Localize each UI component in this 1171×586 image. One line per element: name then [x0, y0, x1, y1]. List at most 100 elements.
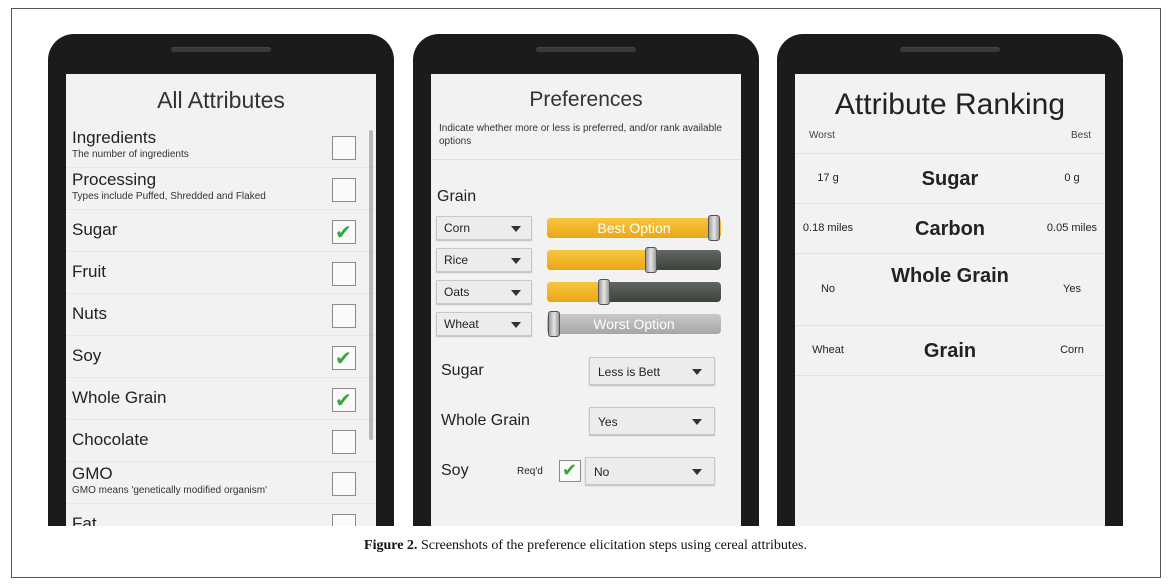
rank-slider[interactable]: Best Option	[547, 215, 721, 241]
attribute-name: Carbon	[915, 218, 985, 240]
dropdown-value: Less is Bett	[598, 365, 661, 379]
preference-name: Soy	[441, 462, 469, 479]
phone-preferences: Preferences Indicate whether more or les…	[413, 34, 759, 526]
attribute-checkbox[interactable]	[332, 472, 356, 496]
best-value: Yes	[1063, 283, 1081, 295]
dropdown-arrow-icon	[511, 290, 521, 296]
grain-section-label: Grain	[437, 188, 477, 205]
attribute-name: Processing	[72, 170, 157, 189]
grain-option-spinner[interactable]: Oats	[436, 280, 532, 304]
dropdown-arrow-icon	[511, 226, 521, 232]
grain-option-row: Wheat Worst Option	[431, 311, 741, 344]
list-item[interactable]: Processing Types include Puffed, Shredded…	[66, 168, 376, 210]
attribute-checkbox[interactable]: ✔	[332, 220, 356, 244]
attribute-name: Nuts	[72, 304, 107, 323]
ranking-row: No Whole Grain Yes	[795, 254, 1105, 326]
dropdown-arrow-icon	[692, 369, 702, 375]
list-item[interactable]: Fat	[66, 504, 376, 526]
attribute-checkbox[interactable]	[332, 304, 356, 328]
list-item[interactable]: Ingredients The number of ingredients	[66, 126, 376, 168]
dropdown-value: Yes	[598, 415, 618, 429]
attribute-description: Types include Puffed, Shredded and Flake…	[72, 191, 266, 202]
required-label: Req'd	[517, 466, 543, 477]
rank-slider[interactable]: Worst Option	[547, 311, 721, 337]
attribute-checkbox[interactable]: ✔	[332, 388, 356, 412]
attribute-checkbox[interactable]	[332, 262, 356, 286]
attribute-checkbox[interactable]	[332, 514, 356, 526]
ranking-header: Worst Best	[795, 126, 1105, 154]
attribute-name: Sugar	[921, 168, 979, 190]
scrollbar[interactable]	[369, 130, 373, 440]
slider-thumb[interactable]	[708, 215, 721, 241]
worst-value: Wheat	[812, 344, 844, 356]
list-item[interactable]: Chocolate	[66, 420, 376, 462]
slider-label: Best Option	[597, 220, 671, 236]
required-checkbox[interactable]: ✔	[559, 460, 581, 482]
rank-slider[interactable]	[547, 279, 721, 305]
dropdown-arrow-icon	[511, 258, 521, 264]
attribute-checkbox[interactable]	[332, 430, 356, 454]
slider-thumb[interactable]	[547, 311, 560, 337]
slider-label: Worst Option	[593, 316, 675, 332]
preference-dropdown[interactable]: Less is Bett	[589, 357, 715, 385]
spinner-label: Rice	[444, 253, 469, 267]
preference-name: Sugar	[441, 362, 484, 379]
list-item[interactable]: Nuts	[66, 294, 376, 336]
ranking-row: Wheat Grain Corn	[795, 326, 1105, 376]
dropdown-arrow-icon	[692, 419, 702, 425]
grain-option-row: Corn Best Option	[431, 215, 741, 248]
attribute-name: GMO	[72, 464, 113, 483]
list-item[interactable]: GMO GMO means 'genetically modified organ…	[66, 462, 376, 504]
attribute-name: Soy	[72, 346, 102, 365]
grain-option-spinner[interactable]: Wheat	[436, 312, 532, 336]
checkmark-icon: ✔	[562, 460, 578, 481]
page-title: Preferences	[529, 88, 643, 111]
worst-value: 0.18 miles	[802, 222, 854, 234]
phone-speaker	[900, 47, 1000, 52]
checkmark-icon: ✔	[335, 346, 352, 370]
checkmark-icon: ✔	[335, 388, 352, 412]
screen-all-attributes: All Attributes Ingredients The number of …	[66, 74, 376, 526]
attribute-name: Fat	[72, 514, 97, 526]
attribute-name: Ingredients	[72, 128, 157, 147]
best-value: Corn	[1060, 344, 1084, 356]
list-item[interactable]: Whole Grain ✔	[66, 378, 376, 420]
caption-text: Screenshots of the preference elicitatio…	[420, 538, 807, 553]
page-title: All Attributes	[157, 87, 285, 113]
attribute-checkbox[interactable]	[332, 136, 356, 160]
checkmark-icon: ✔	[335, 220, 352, 244]
worst-value: No	[820, 283, 836, 295]
attribute-name: Whole Grain	[72, 388, 167, 407]
caption-label: Figure 2.	[364, 538, 418, 553]
dropdown-arrow-icon	[692, 469, 702, 475]
figure-caption: Figure 2. Screenshots of the preference …	[0, 538, 1171, 554]
list-item[interactable]: Soy ✔	[66, 336, 376, 378]
attribute-checkbox[interactable]	[332, 178, 356, 202]
preference-row: Soy Req'd ✔ No	[431, 452, 741, 502]
list-item[interactable]: Sugar ✔	[66, 210, 376, 252]
attribute-name: Chocolate	[72, 430, 149, 449]
slider-thumb[interactable]	[645, 247, 658, 273]
rank-slider[interactable]	[547, 247, 721, 273]
grain-option-spinner[interactable]: Rice	[436, 248, 532, 272]
ranking-row: 0.18 miles Carbon 0.05 miles	[795, 204, 1105, 254]
grain-ranking-list: Corn Best Option Rice Oats Wheat Worst Option	[431, 215, 741, 344]
phone-all-attributes: All Attributes Ingredients The number of …	[48, 34, 394, 526]
attribute-name: Sugar	[72, 220, 118, 239]
phone-speaker	[171, 47, 271, 52]
preference-dropdown[interactable]: No	[585, 457, 715, 485]
preference-dropdown[interactable]: Yes	[589, 407, 715, 435]
slider-thumb[interactable]	[598, 279, 611, 305]
screen-attribute-ranking: Attribute Ranking Worst Best 17 g Sugar 0 …	[795, 74, 1105, 526]
attribute-description: GMO means 'genetically modified organism…	[72, 485, 268, 496]
spinner-label: Wheat	[444, 317, 479, 331]
grain-option-spinner[interactable]: Corn	[436, 216, 532, 240]
attribute-name: Fruit	[72, 262, 106, 281]
attribute-name: Whole Grain	[891, 265, 1009, 287]
attribute-checkbox[interactable]: ✔	[332, 346, 356, 370]
dropdown-value: No	[594, 465, 610, 479]
screen-preferences: Preferences Indicate whether more or les…	[431, 74, 741, 526]
ranking-row: 17 g Sugar 0 g	[795, 154, 1105, 204]
list-item[interactable]: Fruit	[66, 252, 376, 294]
